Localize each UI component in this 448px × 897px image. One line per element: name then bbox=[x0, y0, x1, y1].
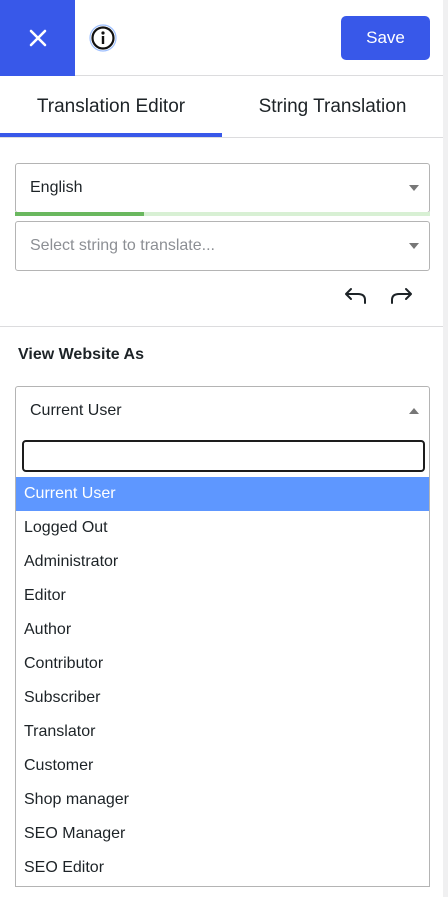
translation-progress-fill bbox=[15, 212, 144, 216]
tab-string-translation[interactable]: String Translation bbox=[222, 76, 443, 138]
chevron-up-icon bbox=[409, 407, 419, 414]
option-seo-editor[interactable]: SEO Editor bbox=[16, 851, 429, 885]
close-icon bbox=[29, 29, 46, 47]
chevron-down-icon bbox=[409, 185, 419, 191]
option-subscriber[interactable]: Subscriber bbox=[16, 681, 429, 715]
view-as-dropdown: Current User Logged Out Administrator Ed… bbox=[15, 434, 430, 887]
view-as-select-value: Current User bbox=[30, 401, 122, 419]
tab-translation-editor[interactable]: Translation Editor bbox=[0, 76, 222, 138]
view-as-search-input[interactable] bbox=[22, 440, 425, 472]
language-select-value: English bbox=[30, 179, 83, 196]
panel-edge bbox=[443, 0, 448, 897]
chevron-down-icon bbox=[409, 243, 419, 249]
option-author[interactable]: Author bbox=[16, 613, 429, 647]
tab-bar: Translation Editor String Translation bbox=[0, 76, 443, 138]
info-icon bbox=[89, 24, 117, 52]
string-select-placeholder: Select string to translate... bbox=[30, 237, 215, 254]
view-as-options: Current User Logged Out Administrator Ed… bbox=[16, 477, 429, 885]
option-shop-manager[interactable]: Shop manager bbox=[16, 783, 429, 817]
redo-icon[interactable] bbox=[388, 283, 414, 307]
option-logged-out[interactable]: Logged Out bbox=[16, 511, 429, 545]
option-contributor[interactable]: Contributor bbox=[16, 647, 429, 681]
language-select[interactable]: English bbox=[15, 163, 430, 213]
view-as-select[interactable]: Current User bbox=[15, 386, 430, 435]
close-button[interactable] bbox=[0, 0, 75, 76]
undo-icon[interactable] bbox=[343, 283, 369, 307]
option-translator[interactable]: Translator bbox=[16, 715, 429, 749]
top-bar: Save bbox=[0, 0, 448, 76]
info-button[interactable] bbox=[88, 23, 118, 53]
view-as-title: View Website As bbox=[18, 346, 144, 363]
save-button[interactable]: Save bbox=[341, 16, 430, 60]
option-current-user[interactable]: Current User bbox=[16, 477, 429, 511]
string-select[interactable]: Select string to translate... bbox=[15, 221, 430, 271]
option-editor[interactable]: Editor bbox=[16, 579, 429, 613]
section-divider bbox=[0, 326, 443, 327]
option-administrator[interactable]: Administrator bbox=[16, 545, 429, 579]
option-customer[interactable]: Customer bbox=[16, 749, 429, 783]
option-seo-manager[interactable]: SEO Manager bbox=[16, 817, 429, 851]
active-tab-indicator bbox=[0, 133, 222, 137]
